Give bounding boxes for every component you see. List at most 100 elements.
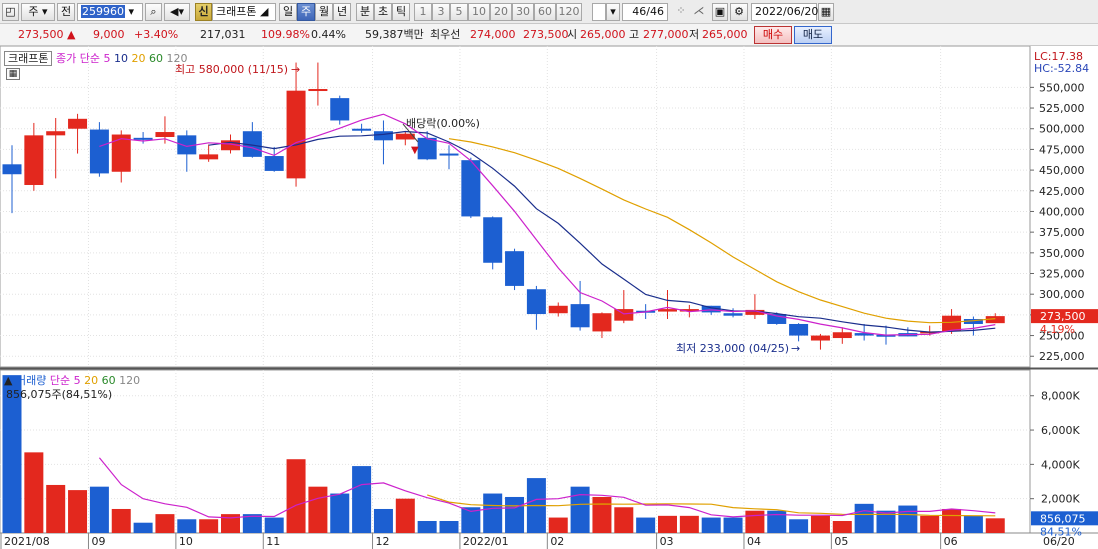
price-tick-label: 300,000 (1039, 288, 1085, 301)
candle-body (2, 164, 22, 175)
candle-body (133, 137, 153, 140)
candle-body (352, 128, 372, 131)
candle-body (286, 90, 306, 179)
last-volume-label: 856,075 (1040, 512, 1086, 525)
chart-area: 225,000250,000275,000300,000325,000350,0… (0, 46, 1098, 549)
volume-bar (920, 515, 940, 533)
prev-button[interactable]: 전 (57, 3, 75, 21)
volume-tick-label: 2,000K (1041, 493, 1080, 506)
high-label: 고 (629, 28, 640, 41)
x-tick-label: 2021/08 (4, 535, 50, 548)
current-price: 273,500 ▲ (18, 28, 75, 42)
volume-tick-label: 8,000K (1041, 390, 1080, 403)
stock-code-text: 259960 (81, 5, 125, 18)
current-price-value: 273,500 (18, 28, 64, 41)
volume-tick-label: 6,000K (1041, 424, 1080, 437)
volume-bar (111, 508, 131, 533)
search-icon[interactable]: ⌕ (145, 3, 162, 21)
sell-button[interactable]: 매도 (794, 26, 832, 44)
interval-30[interactable]: 30 (512, 3, 534, 21)
price-tick-label: 450,000 (1039, 164, 1085, 177)
volume-bar (46, 484, 66, 533)
volume-bar (373, 508, 393, 533)
price-tick-label: 500,000 (1039, 123, 1085, 136)
gear-icon[interactable]: ⚙ (730, 3, 748, 21)
volume-bar (199, 519, 219, 533)
tab-period-year[interactable]: 년 (333, 3, 351, 21)
period-main-dropdown[interactable]: 주 ▾ (21, 3, 55, 21)
legend-ma60[interactable]: 60 (149, 52, 163, 65)
interval-dropdown-icon[interactable]: ▾ (606, 3, 620, 21)
legend-ma5[interactable]: 5 (103, 52, 110, 65)
price-tick-label: 375,000 (1039, 226, 1085, 239)
volume-bar (942, 508, 962, 533)
low-annotation: 최저 233,000 (04/25) (676, 342, 789, 355)
window-menu-icon[interactable]: ◰ (2, 3, 19, 21)
calendar-icon[interactable]: ▦ (818, 3, 834, 21)
x-tick-label: 10 (179, 535, 193, 548)
legend-vol-ma120[interactable]: 120 (119, 374, 140, 387)
tab-period-minute[interactable]: 분 (356, 3, 374, 21)
candle-body (505, 251, 525, 286)
x-tick-label: 12 (376, 535, 390, 548)
low-arrow-icon: → (791, 342, 800, 355)
legend-ma-label[interactable]: 종가 단순 (56, 52, 100, 65)
interval-120[interactable]: 120 (556, 3, 582, 21)
candle-body (483, 217, 503, 263)
price-tick-label: 225,000 (1039, 350, 1085, 363)
x-tick-label: 2022/01 (463, 535, 509, 548)
interval-10[interactable]: 10 (468, 3, 490, 21)
volume-bar (505, 496, 525, 533)
dividend-marker-icon: ▼ (411, 145, 419, 156)
stock-name-field[interactable]: 크래프톤 ◢ (212, 3, 276, 21)
tab-period-tick[interactable]: 틱 (392, 3, 410, 21)
dots-icon[interactable]: ⁘ (672, 3, 690, 21)
legend-ma120[interactable]: 120 (166, 52, 187, 65)
volume-bar (636, 517, 656, 533)
custom-interval-input[interactable] (592, 3, 606, 21)
chart-type-icon[interactable]: ⋌ (690, 3, 708, 21)
tab-period-week[interactable]: 주 (297, 3, 315, 21)
candle-body (614, 309, 634, 321)
volume-bar (133, 522, 153, 533)
table-toggle-icon[interactable]: ▦ (6, 68, 20, 80)
price-legend: 크래프톤 종가 단순 5 10 20 60 120 (4, 50, 187, 66)
save-icon[interactable]: ▣ (712, 3, 728, 21)
interval-3[interactable]: 3 (432, 3, 450, 21)
legend-stock-name[interactable]: 크래프톤 (4, 51, 53, 66)
volume-bar (570, 486, 590, 533)
candle-body (199, 154, 219, 160)
volume-bar (24, 452, 44, 533)
x-tick-label: 03 (660, 535, 674, 548)
date-input[interactable]: 2022/06/20 (751, 3, 818, 21)
x-tick-label: 09 (91, 535, 105, 548)
interval-5[interactable]: 5 (450, 3, 468, 21)
candle-body (330, 98, 350, 121)
price-tick-label: 550,000 (1039, 81, 1085, 94)
price-volume-chart[interactable]: 225,000250,000275,000300,000325,000350,0… (0, 46, 1098, 549)
stock-code-input[interactable]: 259960 ▾ (77, 3, 143, 21)
candle-body (832, 332, 852, 339)
speaker-icon[interactable]: ◀▾ (164, 3, 190, 21)
last-pct-label: 4.19% (1040, 323, 1075, 336)
candle-body (570, 304, 590, 328)
volume-bar (985, 518, 1005, 533)
legend-ma20[interactable]: 20 (131, 52, 145, 65)
interval-1[interactable]: 1 (414, 3, 432, 21)
new-badge[interactable]: 신 (195, 3, 212, 21)
trade-volume: 217,031 (200, 28, 246, 41)
buy-button[interactable]: 매수 (754, 26, 792, 44)
price-tick-label: 475,000 (1039, 143, 1085, 156)
tab-period-month[interactable]: 월 (315, 3, 333, 21)
legend-ma10[interactable]: 10 (114, 52, 128, 65)
interval-20[interactable]: 20 (490, 3, 512, 21)
candle-body (810, 335, 830, 341)
price-tick-label: 350,000 (1039, 247, 1085, 260)
volume-bar (745, 510, 765, 533)
candle-body (155, 132, 175, 138)
dividend-annotation: 배당락(0.00%) (406, 117, 480, 130)
price-change-pct: +3.40% (134, 28, 179, 41)
interval-60[interactable]: 60 (534, 3, 556, 21)
tab-period-second[interactable]: 초 (374, 3, 392, 21)
tab-period-day[interactable]: 일 (279, 3, 297, 21)
